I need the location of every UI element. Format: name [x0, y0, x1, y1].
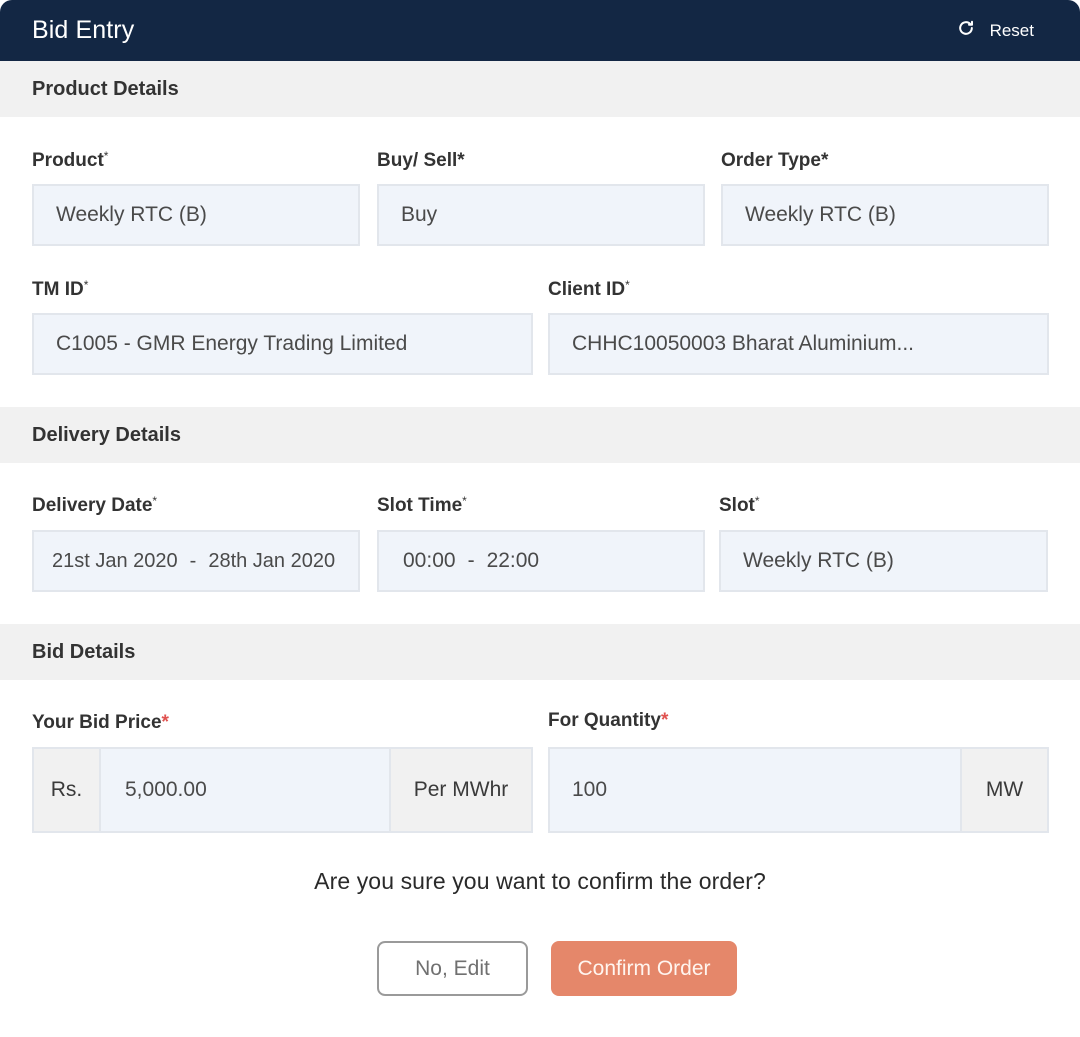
tm-id-field[interactable]: C1005 - GMR Energy Trading Limited — [32, 313, 533, 375]
currency-prefix: Rs. — [34, 749, 101, 831]
slot-value: Weekly RTC (B) — [743, 549, 894, 572]
order-type-label: Order Type* — [721, 150, 829, 171]
section-title: Bid Details — [32, 640, 136, 663]
bid-price-label: Your Bid Price* — [32, 712, 169, 733]
tm-id-label: TM ID* — [32, 278, 89, 300]
delivery-date-to: 28th Jan 2020 — [208, 549, 336, 572]
order-type-value: Weekly RTC (B) — [745, 203, 896, 226]
section-title: Product Details — [32, 77, 179, 100]
quantity-input-group: 100 MW — [548, 747, 1049, 833]
page-title: Bid Entry — [32, 16, 135, 44]
refresh-icon — [956, 18, 976, 43]
slot-time-from: 00:00 — [403, 549, 456, 572]
confirm-order-button[interactable]: Confirm Order — [551, 941, 737, 996]
delivery-date-field[interactable]: 21st Jan 2020 - 28th Jan 2020 — [32, 530, 360, 592]
confirmation-question: Are you sure you want to confirm the ord… — [314, 868, 766, 894]
slot-time-label: Slot Time* — [377, 494, 467, 516]
reset-button[interactable]: Reset — [956, 18, 1034, 43]
bid-details-section-header: Bid Details — [0, 624, 1080, 680]
date-range-separator: - — [189, 549, 197, 572]
buy-sell-label: Buy/ Sell* — [377, 150, 465, 171]
product-value: Weekly RTC (B) — [56, 203, 207, 226]
section-title: Delivery Details — [32, 423, 181, 446]
order-type-field[interactable]: Weekly RTC (B) — [721, 184, 1049, 246]
tm-id-value: C1005 - GMR Energy Trading Limited — [56, 332, 408, 355]
client-id-value: CHHC10050003 Bharat Aluminium... — [572, 332, 915, 355]
client-id-field[interactable]: CHHC10050003 Bharat Aluminium... — [548, 313, 1049, 375]
product-field[interactable]: Weekly RTC (B) — [32, 184, 360, 246]
quantity-unit-suffix: MW — [960, 749, 1047, 831]
bid-price-input-group: Rs. 5,000.00 Per MWhr — [32, 747, 533, 833]
buy-sell-value: Buy — [401, 203, 438, 226]
buy-sell-field[interactable]: Buy — [377, 184, 705, 246]
price-unit-suffix: Per MWhr — [389, 749, 531, 831]
quantity-label: For Quantity* — [548, 710, 669, 731]
slot-time-to: 22:00 — [486, 549, 540, 572]
bid-entry-header: Bid Entry Reset — [0, 0, 1080, 61]
client-id-label: Client ID* — [548, 278, 630, 300]
time-range-separator: - — [467, 549, 475, 572]
slot-time-field[interactable]: 00:00 - 22:00 — [377, 530, 705, 592]
delivery-date-from: 21st Jan 2020 — [52, 549, 178, 572]
product-label: Product* — [32, 149, 109, 171]
reset-label: Reset — [989, 20, 1034, 40]
no-edit-button[interactable]: No, Edit — [377, 941, 528, 996]
quantity-input[interactable]: 100 — [550, 749, 960, 831]
delivery-details-section-header: Delivery Details — [0, 407, 1080, 463]
slot-label: Slot* — [719, 494, 760, 516]
delivery-date-label: Delivery Date* — [32, 494, 158, 516]
bid-price-input[interactable]: 5,000.00 — [101, 749, 389, 831]
product-details-section-header: Product Details — [0, 61, 1080, 117]
slot-field[interactable]: Weekly RTC (B) — [719, 530, 1048, 592]
